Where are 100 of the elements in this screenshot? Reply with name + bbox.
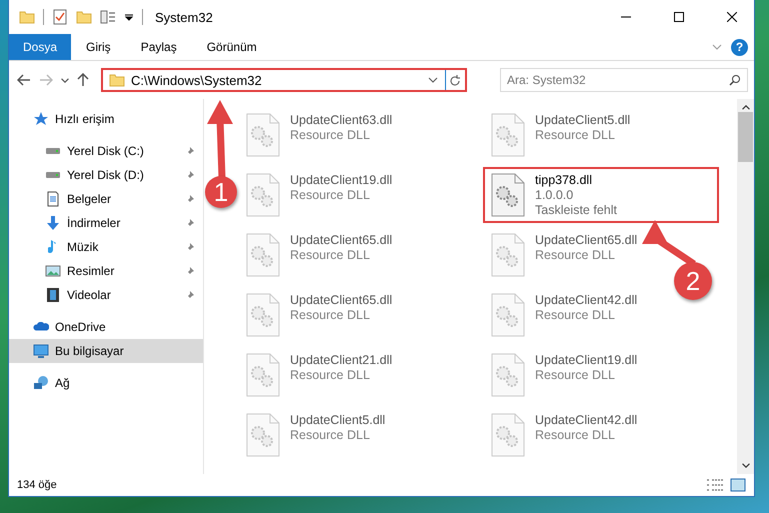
dll-file-icon: [246, 233, 280, 277]
file-tile[interactable]: UpdateClient19.dll Resource DLL: [238, 167, 400, 223]
file-name: UpdateClient5.dll: [535, 113, 630, 128]
sidebar-item[interactable]: Yerel Disk (D:): [9, 163, 203, 187]
drive-icon: [45, 147, 61, 155]
forward-arrow-icon: [39, 74, 53, 86]
ribbon-tab[interactable]: Görünüm: [192, 34, 272, 60]
search-icon: [729, 74, 741, 86]
sidebar-item[interactable]: Resimler: [9, 259, 203, 283]
highlighted-file-tile[interactable]: tipp378.dll 1.0.0.0 Taskleiste fehlt: [483, 167, 719, 223]
music-note-icon: [48, 239, 58, 255]
dll-file-icon: [246, 353, 280, 397]
file-name: UpdateClient42.dll: [535, 413, 638, 428]
item-count: 134 öğe: [17, 479, 58, 491]
dll-file-icon: [246, 173, 280, 217]
details-view-icon: [706, 478, 724, 492]
address-field[interactable]: C:\Windows\System32: [101, 68, 467, 92]
folder-icon: [76, 9, 92, 25]
sidebar-item[interactable]: Videolar: [9, 283, 203, 307]
file-detail: Taskleiste fehlt: [535, 203, 617, 218]
ribbon-tab[interactable]: Paylaş: [126, 34, 192, 60]
file-name: tipp378.dll: [535, 173, 593, 188]
file-name: UpdateClient19.dll: [535, 353, 638, 368]
file-name: UpdateClient42.dll: [535, 293, 638, 308]
file-detail: Resource DLL: [535, 428, 616, 443]
back-button[interactable]: [15, 72, 33, 88]
sidebar-item[interactable]: OneDrive: [9, 315, 203, 339]
file-tile[interactable]: UpdateClient63.dll Resource DLL: [238, 107, 400, 163]
minimize-icon: [620, 16, 630, 18]
file-name: UpdateClient63.dll: [290, 113, 392, 128]
file-tile[interactable]: UpdateClient65.dll Resource DLL: [483, 227, 646, 283]
file-tile[interactable]: UpdateClient5.dll Resource DLL: [483, 107, 638, 163]
file-name: UpdateClient21.dll: [290, 353, 392, 368]
file-tile[interactable]: UpdateClient19.dll Resource DLL: [483, 347, 646, 403]
help-button[interactable]: ?: [731, 38, 748, 56]
checklist-icon: [52, 9, 68, 25]
dll-file-icon: [491, 233, 525, 277]
file-tile[interactable]: UpdateClient42.dll Resource DLL: [483, 407, 646, 463]
scrollbar-thumb[interactable]: [738, 112, 753, 162]
sidebar-item[interactable]: Yerel Disk (C:): [9, 139, 203, 163]
window-title: System32: [155, 10, 214, 24]
dll-file-icon: [491, 293, 525, 337]
drive-icon: [45, 171, 61, 179]
file-tile[interactable]: UpdateClient65.dll Resource DLL: [238, 227, 400, 283]
maximize-icon: [674, 12, 684, 22]
ribbon-tab[interactable]: Giriş: [71, 34, 126, 60]
dll-file-icon: [491, 353, 525, 397]
file-name: UpdateClient65.dll: [290, 293, 392, 308]
sidebar-item[interactable]: İndirmeler: [9, 211, 203, 235]
file-name: UpdateClient19.dll: [290, 173, 392, 188]
picture-icon: [45, 263, 61, 279]
dll-file-icon: [491, 113, 525, 157]
scroll-up-icon[interactable]: [742, 105, 750, 110]
dll-file-icon: [246, 113, 280, 157]
file-detail: Resource DLL: [290, 308, 371, 323]
sidebar-item[interactable]: Hızlı erişim: [9, 107, 203, 131]
scroll-down-icon[interactable]: [742, 463, 750, 468]
sidebar-item[interactable]: Bu bilgisayar: [9, 339, 203, 363]
cloud-icon: [33, 322, 49, 332]
recent-dropdown-button[interactable]: [59, 76, 71, 84]
file-name: UpdateClient65.dll: [290, 233, 392, 248]
file-tile[interactable]: UpdateClient21.dll Resource DLL: [238, 347, 400, 403]
file-detail: Resource DLL: [290, 428, 371, 443]
monitor-icon: [33, 343, 49, 359]
sidebar-item[interactable]: Müzik: [9, 235, 203, 259]
file-detail: Resource DLL: [290, 368, 371, 383]
search-field[interactable]: Ara: System32: [500, 68, 748, 92]
properties-icon: [100, 9, 116, 25]
up-arrow-icon: [77, 73, 89, 87]
file-detail: Resource DLL: [290, 248, 371, 263]
document-icon: [45, 191, 61, 207]
file-detail: Resource DLL: [290, 188, 371, 203]
film-icon: [45, 287, 61, 303]
folder-icon: [19, 9, 35, 25]
file-detail: Resource DLL: [535, 248, 616, 263]
file-tile[interactable]: UpdateClient42.dll Resource DLL: [483, 287, 646, 343]
up-button[interactable]: [75, 71, 91, 89]
dropdown-icon: [124, 12, 134, 22]
network-icon: [33, 375, 49, 391]
back-arrow-icon: [17, 74, 31, 86]
star-icon: [33, 111, 49, 127]
file-detail: 1.0.0.0: [535, 188, 574, 203]
file-name: UpdateClient65.dll: [535, 233, 638, 248]
dll-file-icon: [246, 293, 280, 337]
file-detail: Resource DLL: [290, 128, 371, 143]
file-name: UpdateClient5.dll: [290, 413, 386, 428]
file-tab[interactable]: Dosya: [9, 34, 72, 60]
sidebar-item[interactable]: Ağ: [9, 371, 203, 395]
download-arrow-icon: [45, 215, 61, 231]
large-icons-view-icon: [730, 478, 746, 492]
file-tile[interactable]: UpdateClient65.dll Resource DLL: [238, 287, 400, 343]
folder-icon: [109, 72, 125, 88]
sidebar-item[interactable]: Belgeler: [9, 187, 203, 211]
dll-file-icon: [491, 173, 525, 217]
file-detail: Resource DLL: [535, 128, 616, 143]
dll-file-icon: [246, 413, 280, 457]
close-icon: [726, 12, 736, 22]
file-tile[interactable]: UpdateClient5.dll Resource DLL: [238, 407, 394, 463]
file-detail: Resource DLL: [535, 308, 616, 323]
scrollbar[interactable]: [737, 99, 754, 474]
